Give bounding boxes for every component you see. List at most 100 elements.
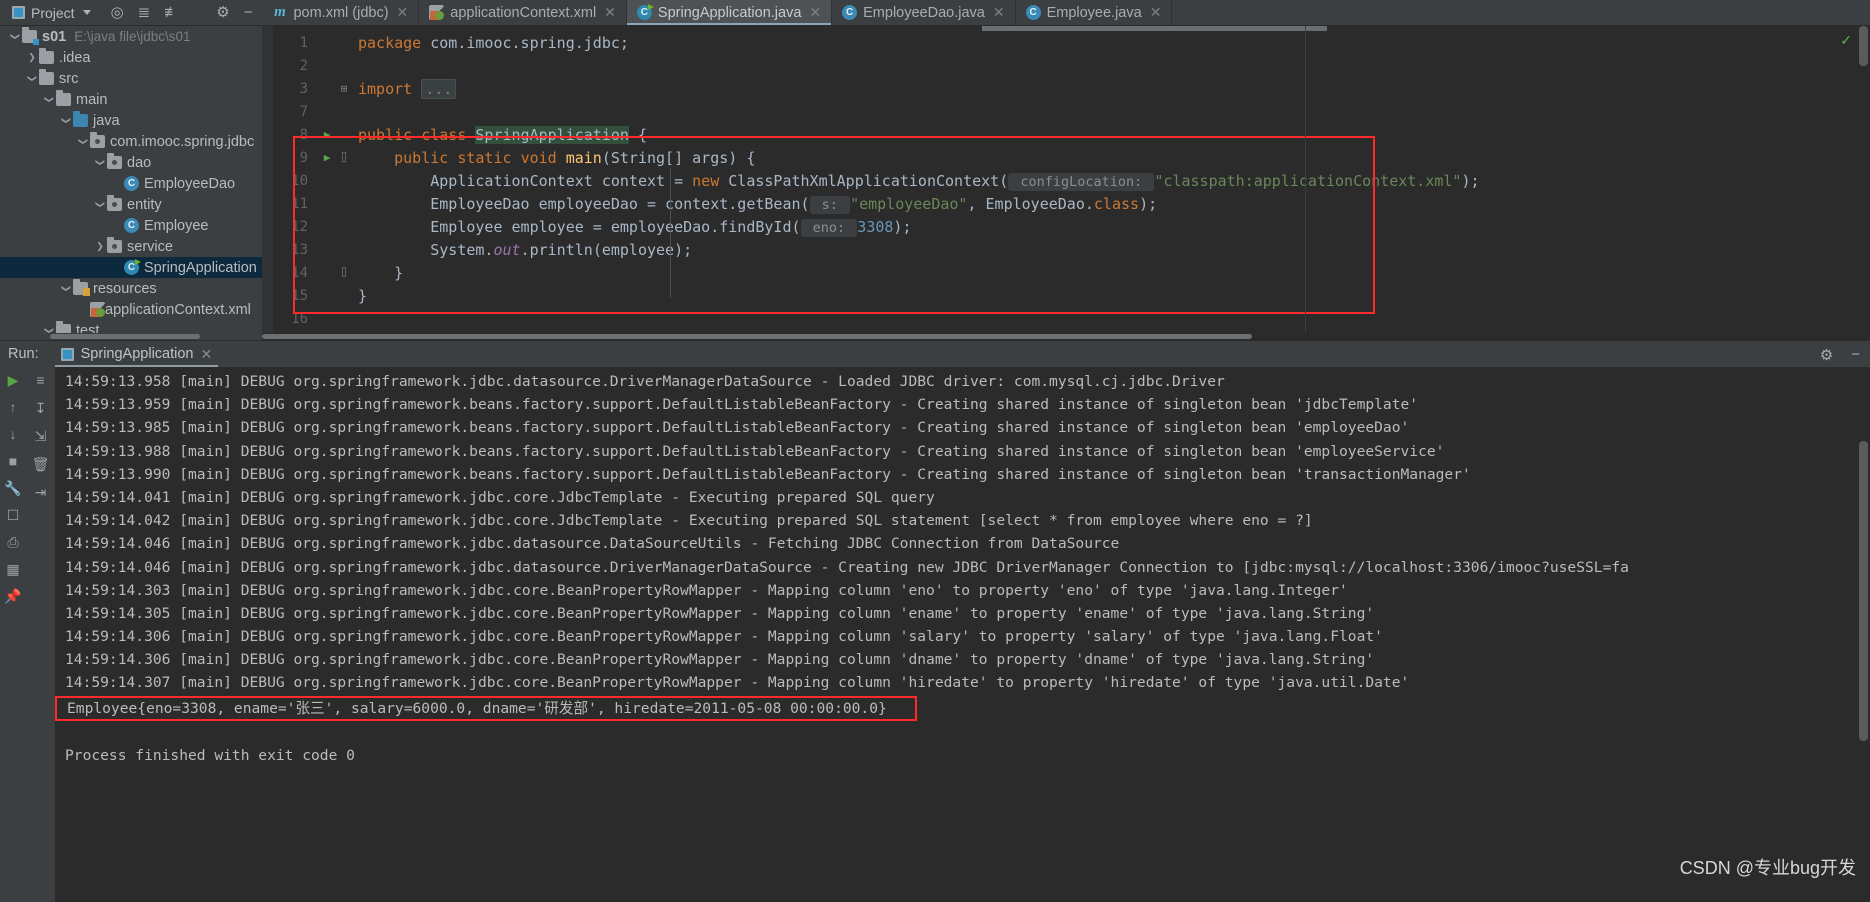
chevron-down-icon[interactable] <box>76 136 90 147</box>
tree-item-com-imooc-spring-jdbc[interactable]: com.imooc.spring.jdbc <box>0 131 262 152</box>
minimize-icon[interactable]: − <box>1851 346 1860 363</box>
soft-wrap-icon[interactable]: ≡ <box>36 373 44 387</box>
chevron-down-icon[interactable] <box>93 199 107 210</box>
tab-label: Employee.java <box>1046 4 1142 21</box>
code-line[interactable]: 7 <box>262 100 1870 123</box>
code-line[interactable]: 8 ▶ public class SpringApplication { <box>262 123 1870 146</box>
run-panel-actions: ⚙ − <box>1820 341 1860 368</box>
chevron-down-icon[interactable] <box>8 31 22 42</box>
tree-item-service[interactable]: service <box>0 236 262 257</box>
code-line[interactable]: 2 <box>262 54 1870 77</box>
code-token: com.imooc.spring.jdbc; <box>430 33 629 52</box>
chevron-right-icon[interactable] <box>25 52 39 63</box>
tree-item-s01[interactable]: s01 E:\java file\jdbc\s01 <box>0 26 262 47</box>
locate-icon[interactable]: ◎ <box>111 5 124 20</box>
up-arrow-icon[interactable]: ↑ <box>10 400 17 414</box>
chevron-down-icon[interactable] <box>59 283 73 294</box>
inspection-ok-icon[interactable]: ✓ <box>1840 32 1852 49</box>
expand-all-icon[interactable]: ≣ <box>138 5 151 20</box>
tree-item-main[interactable]: main <box>0 89 262 110</box>
scroll-end-icon[interactable]: ↧ <box>35 401 47 415</box>
code-editor[interactable]: 1 package com.imooc.spring.jdbc; 2 3 ⊞ import… <box>262 26 1870 340</box>
tab-spring-application-java[interactable]: C SpringApplication.java ✕ <box>626 0 833 25</box>
project-tree-panel[interactable]: s01 E:\java file\jdbc\s01 .idea src main java… <box>0 26 262 340</box>
tree-item-dao[interactable]: dao <box>0 152 262 173</box>
collapse-all-icon[interactable]: ≢ <box>164 5 179 20</box>
code-token: ) { <box>728 148 756 167</box>
code-line[interactable]: 14 ⌷ } <box>262 261 1870 284</box>
run-configuration-tab[interactable]: SpringApplication ✕ <box>51 341 223 368</box>
chevron-right-icon[interactable] <box>93 241 107 252</box>
java-class-icon: C <box>124 218 139 233</box>
fold-toggle-icon[interactable]: ⌷ <box>336 266 352 279</box>
code-line[interactable]: 10 ApplicationContext context = new Clas… <box>262 169 1870 192</box>
editor-horizontal-scrollbar[interactable] <box>262 333 1870 340</box>
code-line[interactable]: 11 EmployeeDao employeeDao = context.get… <box>262 192 1870 215</box>
run-gutter-icon[interactable]: ▶ <box>318 151 336 164</box>
tree-item-label: service <box>127 238 173 255</box>
tree-item-path: E:\java file\jdbc\s01 <box>74 29 191 44</box>
close-icon[interactable]: ✕ <box>1150 4 1162 21</box>
tab-employee-java[interactable]: C Employee.java ✕ <box>1016 0 1173 25</box>
line-number: 14 <box>291 264 308 281</box>
code-line[interactable]: 1 package com.imooc.spring.jdbc; <box>262 31 1870 54</box>
run-icon[interactable]: ▶ <box>8 373 19 387</box>
tab-employee-dao-java[interactable]: C EmployeeDao.java ✕ <box>832 0 1016 25</box>
tree-item-springapplication[interactable]: C SpringApplication <box>0 257 262 278</box>
console-output[interactable]: 14:59:13.958 [main] DEBUG org.springfram… <box>55 367 1870 902</box>
tree-item-java[interactable]: java <box>0 110 262 131</box>
run-gutter-icon[interactable]: ▶ <box>318 128 336 141</box>
code-line[interactable]: 15} <box>262 284 1870 307</box>
code-text: } <box>352 264 403 282</box>
gear-icon[interactable]: ⚙ <box>216 5 229 20</box>
code-token: new <box>692 171 729 190</box>
tree-item-applicationcontext-xml[interactable]: applicationContext.xml <box>0 299 262 320</box>
tree-item-src[interactable]: src <box>0 68 262 89</box>
hide-icon[interactable]: − <box>244 5 253 20</box>
tree-item-resources[interactable]: resources <box>0 278 262 299</box>
clear-icon[interactable]: 🗑 <box>32 457 50 471</box>
export-icon[interactable]: ⇲ <box>35 429 47 443</box>
close-icon[interactable]: ✕ <box>604 4 616 21</box>
code-line[interactable]: 9 ▶ ⌷ public static void main(String[] arg… <box>262 146 1870 169</box>
chevron-down-icon[interactable] <box>93 157 107 168</box>
camera-icon[interactable]: ☐ <box>7 508 20 522</box>
tab-pom-xml[interactable]: m pom.xml (jdbc) ✕ <box>262 0 420 25</box>
code-line[interactable]: 16 <box>262 307 1870 330</box>
pin-icon[interactable]: 📌 <box>4 589 21 603</box>
stop-icon[interactable]: ■ <box>9 454 17 468</box>
run-tool-window: Run: SpringApplication ✕ ⚙ − ▶ ↑ ↓ ■ 🔧 ☐… <box>0 340 1870 902</box>
fold-toggle-icon[interactable]: ⌷ <box>336 151 352 164</box>
down-arrow-icon[interactable]: ↓ <box>10 427 17 441</box>
project-icon <box>12 6 25 19</box>
close-icon[interactable]: ✕ <box>993 4 1005 21</box>
sidebar-horizontal-scrollbar[interactable] <box>0 333 262 340</box>
code-token: Employee employee = employeeDao.findById <box>358 217 792 236</box>
tree-item--idea[interactable]: .idea <box>0 47 262 68</box>
run-config-icon <box>60 347 74 361</box>
close-icon[interactable]: ✕ <box>397 4 409 21</box>
tree-item-employee[interactable]: C Employee <box>0 215 262 236</box>
code-line[interactable]: 13 System.out.println(employee); <box>262 238 1870 261</box>
close-icon[interactable]: ✕ <box>809 4 821 21</box>
table-icon[interactable]: ▦ <box>6 562 19 576</box>
gear-icon[interactable]: ⚙ <box>1820 346 1833 364</box>
wrench-icon[interactable]: 🔧 <box>4 481 21 495</box>
chevron-down-icon[interactable] <box>25 73 39 84</box>
tree-item-entity[interactable]: entity <box>0 194 262 215</box>
project-tool-button[interactable]: Project <box>0 0 101 25</box>
code-content[interactable]: 1 package com.imooc.spring.jdbc; 2 3 ⊞ import… <box>262 26 1870 330</box>
arrow-in-icon[interactable]: ⇥ <box>35 485 47 499</box>
close-icon[interactable]: ✕ <box>201 346 213 363</box>
code-line[interactable]: 12 Employee employee = employeeDao.findB… <box>262 215 1870 238</box>
chevron-down-icon[interactable] <box>42 94 56 105</box>
printer-icon[interactable]: ⎙ <box>7 535 18 549</box>
editor-vertical-scrollbar[interactable] <box>1857 26 1870 340</box>
console-vertical-scrollbar[interactable] <box>1857 367 1870 902</box>
chevron-down-icon[interactable] <box>59 115 73 126</box>
tab-application-context-xml[interactable]: applicationContext.xml ✕ <box>419 0 627 25</box>
chevron-down-icon[interactable] <box>82 10 91 15</box>
fold-toggle-icon[interactable]: ⊞ <box>336 82 352 95</box>
code-line[interactable]: 3 ⊞ import ... <box>262 77 1870 100</box>
tree-item-employeedao[interactable]: C EmployeeDao <box>0 173 262 194</box>
